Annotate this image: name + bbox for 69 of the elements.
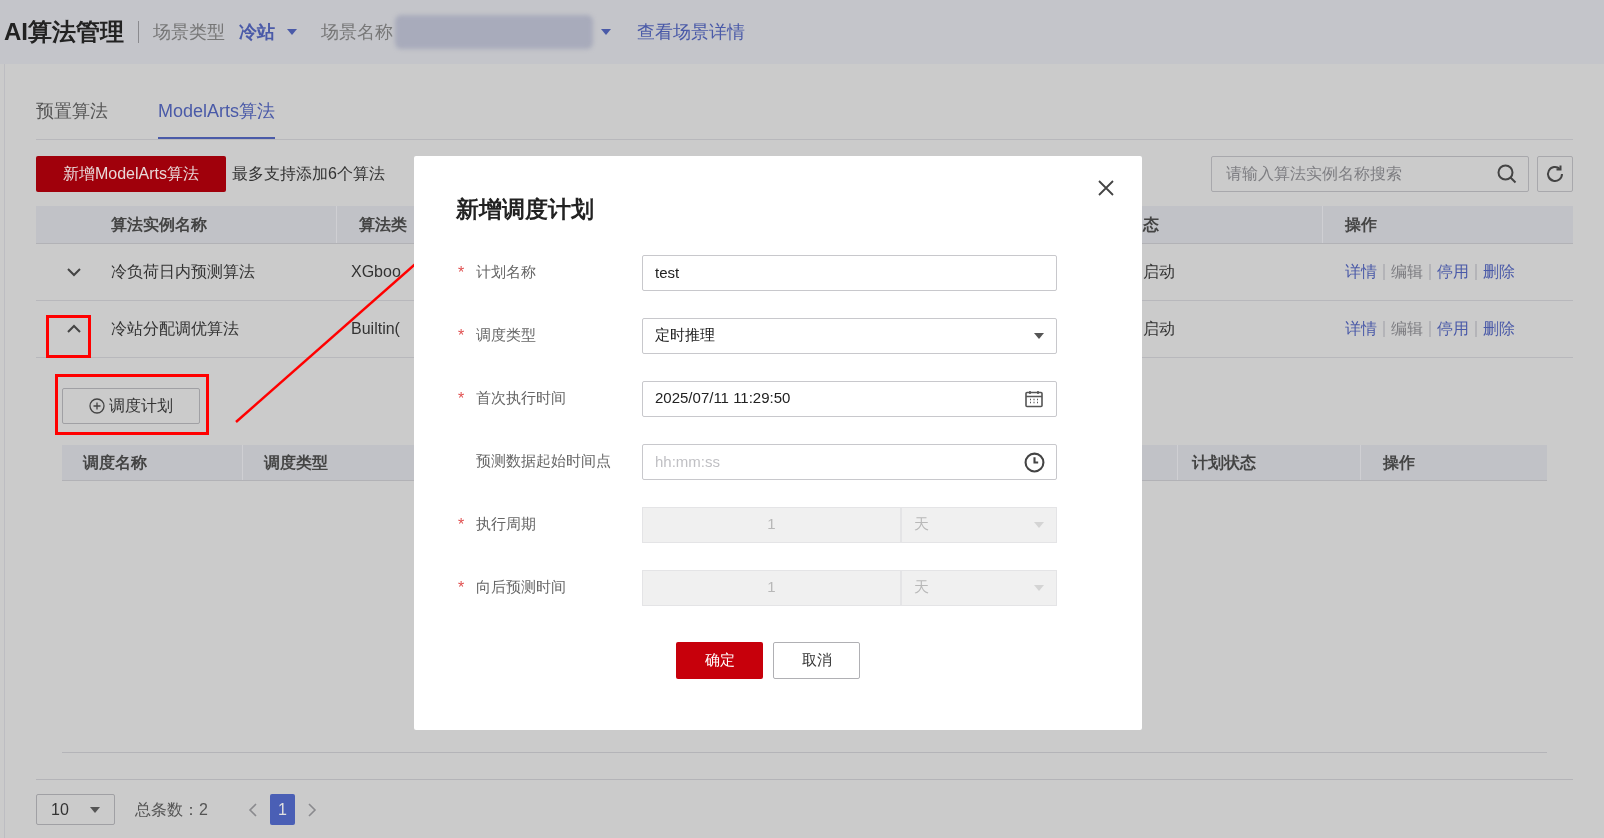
field-label: 调度类型 bbox=[476, 325, 536, 346]
caret-icon bbox=[1034, 584, 1044, 591]
column-header: 计划状态 bbox=[1192, 452, 1256, 473]
time-field[interactable]: hh:mm:ss bbox=[642, 443, 1057, 480]
column-header: 操作 bbox=[1383, 452, 1415, 473]
scene-type-dropdown[interactable]: 冷站 bbox=[239, 18, 297, 46]
column-header: 调度名称 bbox=[83, 452, 147, 473]
caret-icon bbox=[601, 29, 611, 35]
action-link[interactable]: 详情 bbox=[1345, 260, 1377, 284]
confirm-button[interactable]: 确定 bbox=[676, 641, 763, 679]
table-cell: 启动 bbox=[1143, 263, 1175, 280]
required-mark: * bbox=[458, 389, 465, 407]
tab[interactable]: ModelArts算法 bbox=[158, 98, 276, 139]
required-mark: * bbox=[458, 263, 465, 281]
required-mark: * bbox=[458, 578, 465, 596]
calendar-icon bbox=[1024, 388, 1044, 409]
caret-icon bbox=[1034, 332, 1044, 339]
plus-circle-icon bbox=[89, 397, 105, 414]
refresh-icon bbox=[1545, 164, 1565, 184]
close-icon bbox=[1098, 180, 1114, 196]
table-cell: 启动 bbox=[1143, 320, 1175, 337]
table-cell: 冷负荷日内预测算法 bbox=[111, 263, 255, 280]
required-mark: * bbox=[458, 326, 465, 344]
page-title: AI算法管理 bbox=[4, 17, 124, 47]
field-label: 预测数据起始时间点 bbox=[476, 451, 611, 472]
tab[interactable]: 预置算法 bbox=[36, 98, 108, 139]
chevron-up-icon bbox=[65, 324, 82, 334]
scene-name-label: 场景名称 bbox=[321, 20, 393, 44]
action-link[interactable]: 删除 bbox=[1483, 317, 1515, 341]
caret-icon bbox=[90, 806, 100, 813]
action-link[interactable]: 停用 bbox=[1437, 317, 1469, 341]
caret-icon bbox=[287, 29, 297, 35]
field-label: 向后预测时间 bbox=[476, 577, 566, 598]
action-link[interactable]: 删除 bbox=[1483, 260, 1515, 284]
field-label: 计划名称 bbox=[476, 262, 536, 283]
date-time-field[interactable]: 2025/07/11 11:29:50 bbox=[642, 380, 1057, 417]
schedule-type-select[interactable]: 定时推理 bbox=[642, 317, 1057, 354]
dialog-title: 新增调度计划 bbox=[456, 195, 595, 224]
annotation-box bbox=[46, 315, 91, 358]
plan-name-field[interactable]: test bbox=[642, 254, 1057, 291]
field-label: 执行周期 bbox=[476, 514, 536, 535]
search-icon bbox=[1497, 164, 1517, 184]
column-header: 态 bbox=[1143, 214, 1159, 235]
clock-icon bbox=[1024, 451, 1045, 473]
caret-icon bbox=[1034, 521, 1044, 528]
refresh-button[interactable] bbox=[1537, 156, 1573, 192]
required-mark: * bbox=[458, 515, 465, 533]
search-field[interactable]: 请输入算法实例名称搜索 bbox=[1211, 156, 1529, 192]
action-link[interactable]: 停用 bbox=[1437, 260, 1469, 284]
cancel-button[interactable]: 取消 bbox=[773, 641, 860, 679]
view-scene-details-link[interactable]: 查看场景详情 bbox=[637, 18, 745, 46]
hint-text: 最多支持添加6个算法 bbox=[232, 164, 385, 184]
table-cell: XGboo bbox=[351, 263, 401, 280]
add-algorithm-button[interactable]: 新增ModelArts算法 bbox=[36, 156, 226, 192]
scene-type-label: 场景类型 bbox=[153, 20, 225, 44]
total-count: 总条数：2 bbox=[135, 799, 208, 820]
chevron-down-icon bbox=[65, 267, 82, 277]
column-header: 调度类型 bbox=[264, 452, 328, 473]
column-header: 算法实例名称 bbox=[111, 214, 207, 235]
column-header: 操作 bbox=[1345, 214, 1377, 235]
page-size-select[interactable]: 10 bbox=[36, 794, 115, 825]
column-header: 算法类 bbox=[359, 214, 407, 235]
page-button[interactable]: 1 bbox=[269, 794, 295, 825]
field-label: 首次执行时间 bbox=[476, 388, 566, 409]
close-button[interactable] bbox=[1096, 178, 1116, 198]
add-schedule-button[interactable]: 调度计划 bbox=[62, 387, 200, 424]
table-cell: Builtin( bbox=[351, 320, 400, 337]
table-cell: 冷站分配调优算法 bbox=[111, 320, 239, 337]
action-link[interactable]: 详情 bbox=[1345, 317, 1377, 341]
